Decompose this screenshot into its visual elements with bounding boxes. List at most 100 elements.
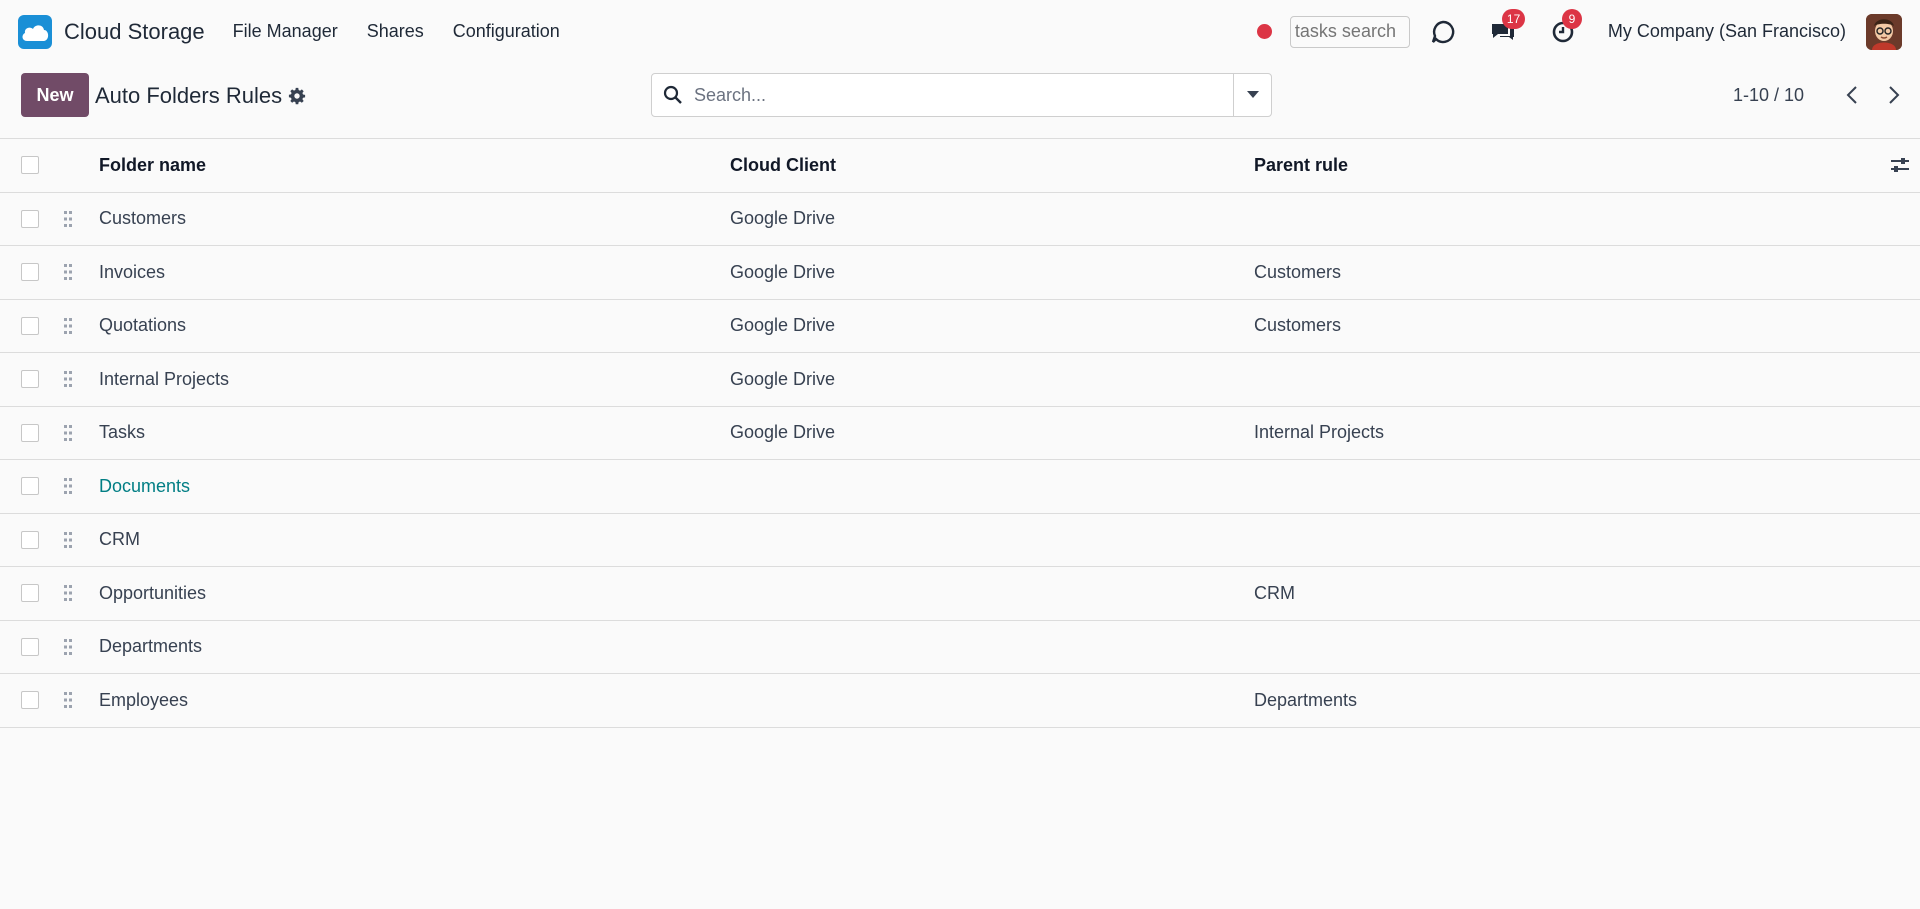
folder-name: Quotations	[99, 315, 187, 336]
cell-folder-name[interactable]: Employees	[99, 673, 730, 728]
cell-cloud-client[interactable]	[730, 459, 1254, 514]
search-input[interactable]	[694, 74, 1233, 116]
cell-parent-rule[interactable]	[1254, 620, 1860, 674]
cell-cloud-client[interactable]	[730, 673, 1254, 728]
pager-previous-button[interactable]	[1838, 81, 1866, 109]
column-folder-name[interactable]: Folder name	[99, 139, 730, 193]
menu-configuration[interactable]: Configuration	[453, 21, 560, 42]
cell-folder-name[interactable]: Quotations	[99, 299, 730, 353]
cell-cloud-client[interactable]: Google Drive	[730, 192, 1254, 246]
row-checkbox[interactable]	[21, 316, 39, 335]
table-row[interactable]: Quotations Google Drive Customers	[0, 299, 1920, 353]
row-checkbox[interactable]	[21, 477, 39, 496]
folder-name: Departments	[99, 636, 203, 657]
drag-handle-icon[interactable]	[62, 530, 74, 550]
cell-cloud-client[interactable]: Google Drive	[730, 352, 1254, 407]
cell-cloud-client[interactable]	[730, 620, 1254, 674]
drag-handle-icon[interactable]	[62, 637, 74, 657]
drag-handle-icon[interactable]	[62, 423, 74, 443]
activities-icon[interactable]: 9	[1548, 8, 1582, 47]
folder-name: Employees	[99, 689, 189, 710]
cell-parent-rule[interactable]	[1254, 459, 1860, 514]
drag-handle-icon[interactable]	[62, 583, 74, 603]
drag-handle-icon[interactable]	[62, 690, 74, 710]
cell-folder-name[interactable]: Departments	[99, 620, 730, 674]
cell-parent-rule[interactable]: Internal Projects	[1254, 406, 1860, 460]
column-cloud-client[interactable]: Cloud Client	[730, 139, 1254, 193]
records-table: Folder name Cloud Client Parent rule Cus…	[0, 139, 1920, 728]
table-row[interactable]: Tasks Google Drive Internal Projects	[0, 406, 1920, 460]
drag-handle-icon[interactable]	[62, 476, 74, 496]
optional-columns-icon[interactable]	[1860, 156, 1920, 174]
menu-file-manager[interactable]: File Manager	[233, 21, 338, 42]
activities-badge: 9	[1561, 8, 1582, 29]
breadcrumb: Auto Folders Rules	[95, 83, 306, 109]
page-title: Auto Folders Rules	[95, 83, 283, 108]
row-checkbox[interactable]	[21, 637, 39, 656]
row-checkbox[interactable]	[21, 423, 39, 442]
gear-icon[interactable]	[288, 87, 306, 105]
drag-handle-icon[interactable]	[62, 209, 74, 229]
cell-parent-rule[interactable]	[1254, 192, 1860, 246]
cell-cloud-client[interactable]	[730, 566, 1254, 621]
row-checkbox[interactable]	[21, 370, 39, 389]
search-icon	[652, 85, 694, 105]
cell-folder-name[interactable]: Tasks	[99, 406, 730, 460]
row-checkbox[interactable]	[21, 530, 39, 549]
chevron-left-icon	[1846, 86, 1857, 104]
tasks-search-input[interactable]	[1289, 15, 1410, 48]
folder-name: CRM	[99, 529, 140, 550]
cell-cloud-client[interactable]: Google Drive	[730, 299, 1254, 353]
app-name[interactable]: Cloud Storage	[64, 19, 205, 45]
cell-folder-name[interactable]: Documents	[99, 459, 730, 514]
cell-cloud-client[interactable]	[730, 513, 1254, 567]
drag-handle-icon[interactable]	[62, 262, 74, 282]
folder-name: Opportunities	[99, 582, 207, 603]
cell-parent-rule[interactable]: Customers	[1254, 299, 1860, 353]
table-row[interactable]: Invoices Google Drive Customers	[0, 245, 1920, 300]
top-navbar: Cloud Storage File Manager Shares Config…	[0, 0, 1920, 63]
cell-parent-rule[interactable]: CRM	[1254, 566, 1860, 621]
messages-icon[interactable]: 17	[1488, 8, 1526, 47]
cell-cloud-client[interactable]: Google Drive	[730, 406, 1254, 460]
row-checkbox[interactable]	[21, 209, 39, 228]
chevron-right-icon	[1889, 86, 1900, 104]
table-row[interactable]: Opportunities CRM	[0, 566, 1920, 621]
folder-name: Customers	[99, 208, 187, 229]
company-switcher[interactable]: My Company (San Francisco)	[1608, 21, 1846, 42]
table-row[interactable]: Departments	[0, 620, 1920, 674]
cell-folder-name[interactable]: Invoices	[99, 245, 730, 300]
cell-folder-name[interactable]: Customers	[99, 192, 730, 246]
cell-parent-rule[interactable]	[1254, 352, 1860, 407]
table-row[interactable]: Documents	[0, 459, 1920, 514]
column-parent-rule[interactable]: Parent rule	[1254, 139, 1860, 193]
cell-cloud-client[interactable]: Google Drive	[730, 245, 1254, 300]
search-options-toggle[interactable]	[1233, 74, 1271, 116]
pager-next-button[interactable]	[1880, 81, 1908, 109]
recording-icon[interactable]	[1256, 24, 1272, 39]
row-checkbox[interactable]	[21, 691, 39, 710]
user-avatar[interactable]	[1866, 13, 1902, 50]
table-row[interactable]: Internal Projects Google Drive	[0, 352, 1920, 407]
drag-handle-icon[interactable]	[62, 369, 74, 389]
menu-shares[interactable]: Shares	[367, 21, 424, 42]
row-checkbox[interactable]	[21, 263, 39, 282]
select-all-checkbox[interactable]	[21, 156, 39, 175]
row-checkbox[interactable]	[21, 584, 39, 603]
cell-folder-name[interactable]: CRM	[99, 513, 730, 567]
cell-folder-name[interactable]: Opportunities	[99, 566, 730, 621]
table-row[interactable]: Employees Departments	[0, 673, 1920, 728]
cell-folder-name[interactable]: Internal Projects	[99, 352, 730, 407]
new-button[interactable]: New	[21, 73, 89, 117]
cell-parent-rule[interactable]: Departments	[1254, 673, 1860, 728]
messages-badge: 17	[1501, 8, 1526, 29]
drag-handle-icon[interactable]	[62, 316, 74, 336]
discuss-icon[interactable]	[1428, 17, 1458, 47]
pager-value[interactable]: 1-10 / 10	[1733, 85, 1804, 106]
cell-parent-rule[interactable]	[1254, 513, 1860, 567]
table-row[interactable]: Customers Google Drive	[0, 192, 1920, 246]
brand[interactable]: Cloud Storage	[18, 14, 233, 49]
cell-parent-rule[interactable]: Customers	[1254, 245, 1860, 300]
table-row[interactable]: CRM	[0, 513, 1920, 567]
search-bar	[651, 73, 1272, 117]
